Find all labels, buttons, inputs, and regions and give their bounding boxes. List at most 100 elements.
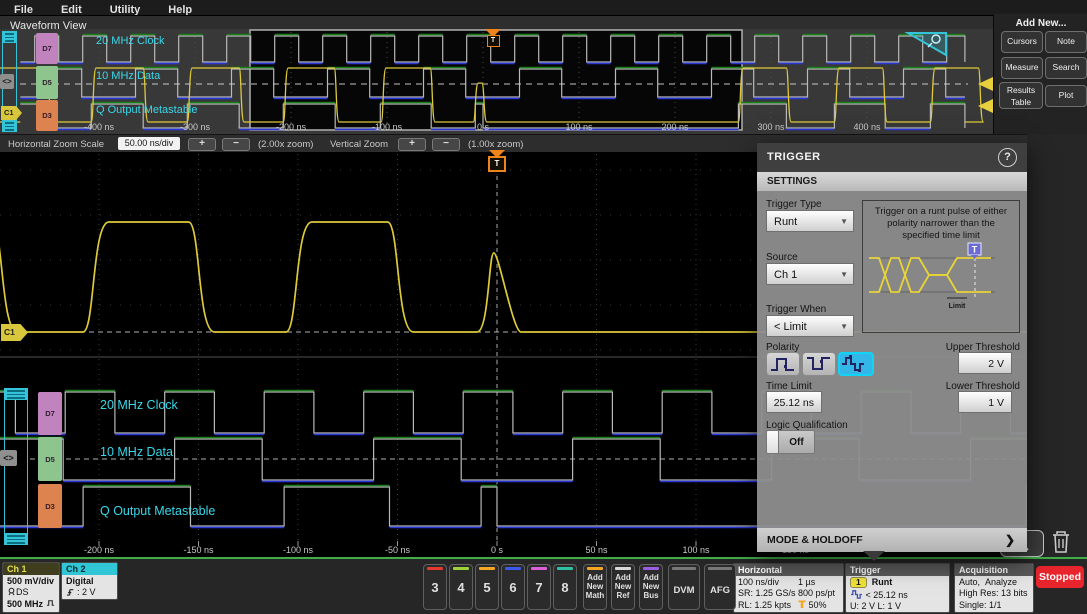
main-group-collapse-tag[interactable]: <>	[0, 450, 17, 466]
view-title-bar: Waveform View	[0, 15, 993, 32]
lower-threshold-arrow-icon[interactable]	[978, 99, 993, 113]
trigger-description-box: Trigger on a runt pulse of either polari…	[862, 200, 1020, 333]
h-zoom-factor: (2.00x zoom)	[258, 139, 314, 150]
edge-threshold-icon	[67, 589, 74, 596]
channel-1-probe: DS	[3, 587, 59, 599]
main-chip-d5[interactable]: D5	[38, 437, 62, 481]
trigger-position-icon	[798, 600, 806, 608]
afg-button[interactable]: AFG	[704, 564, 736, 610]
channel-color-stripe	[479, 567, 495, 570]
main-trigger-marker[interactable]: T	[488, 150, 506, 172]
channel-color-stripe	[505, 567, 521, 570]
acquisition-title: Acquisition	[955, 564, 1033, 576]
waveform-overview[interactable]: -400 ns -300 ns -200 ns -100 ns 0 s 100 ns 200…	[0, 29, 993, 140]
logic-qualification-toggle[interactable]: Off	[766, 430, 815, 454]
trigger-when-dropdown[interactable]: < Limit ▼	[766, 315, 854, 337]
upper-threshold-value[interactable]: 2 V	[958, 352, 1012, 374]
probe-icon	[8, 587, 15, 596]
mode-holdoff-section[interactable]: MODE & HOLDOFF ❯	[757, 528, 1027, 552]
channel-color-stripe	[708, 567, 732, 570]
polarity-negative-button[interactable]	[802, 352, 836, 376]
tab-settings[interactable]: SETTINGS	[757, 172, 1027, 191]
add-new-results-table-button[interactable]: Results Table	[999, 82, 1043, 109]
horizontal-badge[interactable]: Horizontal 100 ns/div 1 µs SR: 1.25 GS/s 8…	[733, 563, 844, 613]
channel-1-scale: 500 mV/div	[7, 575, 55, 586]
add-new-note-button[interactable]: Note	[1045, 31, 1087, 53]
trigger-config-panel: TRIGGER ? SETTINGS Trigger Type Runt ▼ T…	[757, 143, 1027, 552]
horizontal-title: Horizontal	[734, 564, 843, 576]
svg-text:Limit: Limit	[949, 303, 966, 310]
runt-illustration: T Limit	[869, 242, 995, 310]
overview-chip-d3[interactable]: D3	[36, 100, 58, 131]
h-zoom-minus-button[interactable]: −	[222, 138, 250, 151]
time-limit-value[interactable]: 25.12 ns	[766, 391, 822, 413]
handle-cap	[4, 388, 28, 400]
v-zoom-plus-button[interactable]: +	[398, 138, 426, 151]
channel-color-stripe	[615, 567, 631, 570]
chevron-down-icon: ▼	[840, 217, 848, 226]
upper-threshold-arrow-icon[interactable]	[978, 77, 993, 91]
main-group-handle[interactable]	[4, 388, 28, 545]
chevron-down-icon: ▼	[840, 270, 848, 279]
channel-2-mode: Digital	[66, 575, 94, 586]
channel-1-name: Ch 1	[3, 563, 59, 575]
trash-button[interactable]	[1049, 529, 1073, 555]
help-icon[interactable]: ?	[998, 148, 1017, 167]
channel-color-stripe	[587, 567, 603, 570]
chevron-right-icon: ❯	[1004, 533, 1015, 547]
channel-color-stripe	[531, 567, 547, 570]
overview-chip-d7[interactable]: D7	[36, 33, 58, 64]
overview-group-collapse-tag[interactable]: <>	[0, 74, 14, 89]
trigger-type-label: Trigger Type	[766, 199, 822, 210]
oscilloscope-app: File Edit Utility Help Waveform View Add Ne…	[0, 0, 1087, 614]
trigger-source-chip: 1	[850, 577, 867, 588]
add-new-ref-button[interactable]: Add New Ref	[611, 564, 635, 610]
h-zoom-scale-value[interactable]: 50.00 ns/div	[118, 137, 180, 150]
add-new-measure-button[interactable]: Measure	[1001, 57, 1043, 79]
polarity-either-button[interactable]	[838, 352, 874, 376]
add-new-panel: Add New... Cursors Note Measure Search Resul…	[993, 14, 1087, 140]
source-dropdown[interactable]: Ch 1 ▼	[766, 263, 854, 285]
channel-7-button[interactable]: 7	[527, 564, 551, 610]
channel-8-button[interactable]: 8	[553, 564, 577, 610]
channel-4-button[interactable]: 4	[449, 564, 473, 610]
add-new-math-button[interactable]: Add New Math	[583, 564, 607, 610]
channel-2-badge[interactable]: Ch 2 Digital : 2 V	[61, 562, 118, 600]
acquisition-badge[interactable]: Acquisition Auto, Analyze High Res: 13 b…	[954, 563, 1034, 613]
channel-color-stripe	[643, 567, 659, 570]
add-new-cursors-button[interactable]: Cursors	[1001, 31, 1043, 53]
v-zoom-minus-button[interactable]: −	[432, 138, 460, 151]
trigger-panel-title: TRIGGER	[767, 151, 821, 163]
main-chip-d7[interactable]: D7	[38, 392, 62, 435]
channel-6-button[interactable]: 6	[501, 564, 525, 610]
add-new-bus-button[interactable]: Add New Bus	[639, 564, 663, 610]
add-new-title: Add New...	[1015, 18, 1067, 29]
svg-text:T: T	[972, 244, 978, 254]
main-chip-d3[interactable]: D3	[38, 484, 62, 528]
h-zoom-plus-button[interactable]: +	[188, 138, 216, 151]
channel-1-badge[interactable]: Ch 1 500 mV/div DS 500 MHz	[2, 562, 60, 613]
handle-cap	[4, 533, 28, 545]
lower-threshold-value[interactable]: 1 V	[958, 391, 1012, 413]
add-new-plot-button[interactable]: Plot	[1045, 85, 1087, 107]
channel-2-threshold: : 2 V	[62, 587, 117, 599]
channel-3-button[interactable]: 3	[423, 564, 447, 610]
channel-5-button[interactable]: 5	[475, 564, 499, 610]
dvm-button[interactable]: DVM	[668, 564, 700, 610]
trigger-badge[interactable]: Trigger 1 Runt < 25.12 ns U: 2 V L: 1 V	[845, 563, 950, 613]
bandwidth-icon	[46, 599, 54, 606]
trigger-title: Trigger	[846, 564, 949, 576]
h-zoom-scale-label: Horizontal Zoom Scale	[8, 139, 105, 150]
v-zoom-label: Vertical Zoom	[330, 139, 389, 150]
add-new-search-button[interactable]: Search	[1045, 57, 1087, 79]
stopped-button[interactable]: Stopped	[1036, 566, 1084, 588]
trigger-type-dropdown[interactable]: Runt ▼	[766, 210, 854, 232]
polarity-positive-button[interactable]	[766, 352, 800, 376]
panel-anchor-pointer	[863, 551, 885, 561]
overview-chip-d5[interactable]: D5	[36, 66, 58, 99]
source-label: Source	[766, 252, 798, 263]
overview-trigger-marker[interactable]: T	[484, 29, 502, 47]
v-zoom-factor: (1.00x zoom)	[468, 139, 524, 150]
trigger-t-box: T	[486, 35, 500, 47]
channel-color-stripe	[427, 567, 443, 570]
